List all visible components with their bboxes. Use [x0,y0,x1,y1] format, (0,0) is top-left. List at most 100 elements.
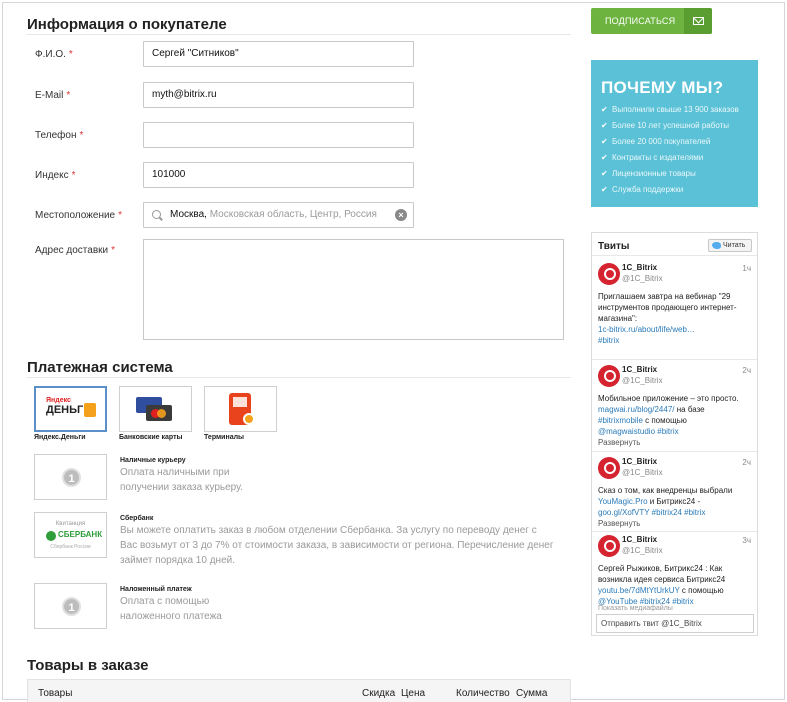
tweet-author: 1C_Bitrix [622,457,658,466]
col-header-goods: Товары [38,688,73,699]
goods-table-header: Товары Скидка Цена Количество Сумма [27,679,571,702]
expand-link[interactable]: Развернуть [598,519,640,528]
tweet-author: 1C_Bitrix [622,263,658,272]
tweet-mention[interactable]: @magwaistudio #bitrix [598,426,754,437]
pay-tile-terminals[interactable] [204,386,277,432]
check-icon: ✔ [601,185,608,194]
phone-input[interactable] [143,122,414,148]
pay-tile-cards[interactable] [119,386,192,432]
address-textarea[interactable] [143,239,564,340]
field-label-phone: Телефон * [35,130,84,141]
why-us-item: ✔ Контракты с издателями [601,153,704,162]
tweets-widget: Твиты Читать 1C_Bitrix @1C_Bitrix 1ч При… [591,232,758,636]
why-us-item: ✔ Выполнили свыше 13 900 заказов [601,105,739,114]
tweet-author: 1C_Bitrix [622,535,658,544]
pay-tile-yandex[interactable]: Яндекс ДЕНЬГИ [34,386,107,432]
pay-desc-cod: Оплата с помощью наложенного платежа [120,596,222,622]
avatar [598,263,620,285]
field-label-index: Индекс * [35,170,76,181]
why-us-item: ✔ Более 20 000 покупателей [601,137,711,146]
why-us-item: ✔ Служба поддержки [601,185,684,194]
field-label-location: Местоположение * [35,210,123,221]
sberbank-logo: СБЕРБАНК [46,529,102,543]
tweet-text: Приглашаем завтра на вебинар "29 инструм… [598,291,754,346]
tweet-link[interactable]: YouMagic.Pro [598,497,648,506]
goods-section-title: Товары в заказе [27,657,149,674]
show-media-link[interactable]: Показать медиафайлы [598,605,673,612]
sberbank-logo-sub: Сбербанк России [50,544,91,550]
payment-section-title: Платежная система [27,359,173,376]
field-label-fio: Ф.И.О. * [35,49,73,60]
field-label-address: Адрес доставки * [35,245,116,256]
tweet-hashtag[interactable]: #bitrixmobile [598,416,643,425]
col-header-discount: Скидка [362,688,396,699]
buyer-section-title: Информация о покупателе [27,16,227,33]
field-label-email: E-Mail * [35,90,71,101]
yandex-money-logo: Яндекс ДЕНЬГИ [46,397,98,423]
tweet-time: 1ч [742,264,751,273]
pay-name-sberbank: Сбербанк [120,515,154,522]
tweet-hashtag[interactable]: #bitrix [598,335,754,346]
tweet-text: Мобильное приложение – это просто. magwa… [598,393,754,437]
follow-button[interactable]: Читать [708,239,752,252]
pay-caption-terminals: Терминалы [204,434,245,441]
pay-name-cod: Наложенный платеж [120,586,192,593]
pay-tile-cod[interactable]: 1 [34,583,107,629]
tweet-author: 1C_Bitrix [622,365,658,374]
tweet-time: 2ч [742,458,751,467]
coin-icon: 1 [62,597,81,616]
subscribe-button[interactable]: ПОДПИСАТЬСЯ [591,8,712,34]
check-icon: ✔ [601,105,608,114]
pay-name-cash: Наличные курьеру [120,457,186,464]
location-city: Москва, [170,209,207,220]
why-us-panel: ПОЧЕМУ МЫ? ✔ Выполнили свыше 13 900 заказ… [591,60,758,207]
clear-icon[interactable]: × [395,209,407,221]
location-input[interactable]: Москва, Московская область, Центр, Росси… [143,202,414,228]
tweet-handle: @1C_Bitrix [622,546,663,555]
tweet-time: 2ч [742,366,751,375]
buyer-section-divider [27,34,571,35]
pay-desc-cash: Оплата наличными при получении заказа ку… [120,467,243,493]
subscribe-label: ПОДПИСАТЬСЯ [605,16,676,26]
tweet-handle: @1C_Bitrix [622,376,663,385]
why-us-title: ПОЧЕМУ МЫ? [601,78,724,97]
fio-input[interactable]: Сергей "Ситников" [143,41,414,67]
tweet-link[interactable]: goo.gl/XofVTY #bitrix24 #bitrix [598,507,754,518]
bank-cards-icon [136,395,176,423]
tweet-link[interactable]: youtu.be/7dMtYtUrkUY [598,586,680,595]
check-icon: ✔ [601,169,608,178]
search-icon [152,210,161,219]
payment-section-divider [27,377,571,378]
pay-caption-cards: Банковские карты [119,434,183,441]
twitter-bird-icon [712,242,721,249]
tweets-title: Твиты [598,241,630,252]
avatar [598,535,620,557]
pay-tile-cash[interactable]: 1 [34,454,107,500]
tweet-link[interactable]: 1c-bitrix.ru/about/life/web… [598,324,754,335]
tweet-text: Сергей Рыжиков, Битрикс24 : Как возникла… [598,563,754,607]
pay-caption-yandex: Яндекс.Деньги [34,434,86,441]
pay-tile-sberbank[interactable]: Квитанция СБЕРБАНК Сбербанк России [34,512,107,558]
coin-icon: 1 [62,468,81,487]
expand-link[interactable]: Развернуть [598,438,640,447]
tweet-link[interactable]: magwai.ru/blog/2447/ [598,405,675,414]
send-tweet-input[interactable]: Отправить твит @1C_Bitrix [596,614,754,633]
email-input[interactable]: myth@bitrix.ru [143,82,414,108]
avatar [598,457,620,479]
sberbank-kvit-label: Квитанция [55,521,86,527]
tweet-handle: @1C_Bitrix [622,274,663,283]
check-icon: ✔ [601,153,608,162]
tweet-time: 3ч [742,536,751,545]
tweet-handle: @1C_Bitrix [622,468,663,477]
location-region: Московская область, Центр, Россия [209,209,377,220]
avatar [598,365,620,387]
index-input[interactable]: 101000 [143,162,414,188]
envelope-icon [693,17,704,25]
check-icon: ✔ [601,121,608,130]
col-header-quantity: Количество [456,688,510,699]
terminal-icon [225,393,257,427]
col-header-sum: Сумма [516,688,548,699]
col-header-price: Цена [401,688,426,699]
check-icon: ✔ [601,137,608,146]
pay-desc-sberbank: Вы можете оплатить заказ в любом отделен… [120,525,554,566]
